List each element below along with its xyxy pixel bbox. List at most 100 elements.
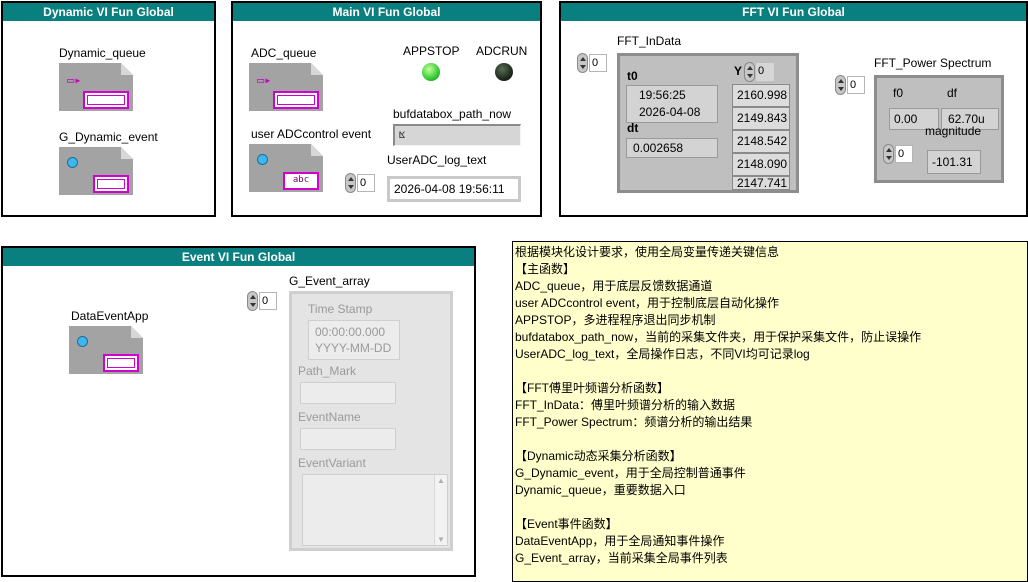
dynamic-vi-panel: Dynamic VI Fun Global Dynamic_queue ▭▸ G…: [1, 1, 216, 217]
spin-arrows-icon[interactable]: [345, 173, 356, 193]
data-event-app-refnum[interactable]: [69, 326, 143, 374]
event-icon: [257, 154, 268, 165]
fft-indata-cluster: t0 19:56:25 2026-04-08 dt 0.002658 Y 0 2…: [617, 53, 799, 193]
spin-arrows-icon[interactable]: [247, 291, 258, 311]
spin-arrows-icon[interactable]: [883, 144, 894, 164]
fold-corner-icon: [311, 144, 323, 156]
dynamic-queue-refnum[interactable]: ▭▸: [59, 63, 133, 111]
event-name-value[interactable]: [300, 428, 396, 450]
appstop-led[interactable]: [422, 63, 440, 81]
fft-indata-label: FFT_InData: [617, 34, 682, 48]
fft-indata-index[interactable]: 0: [577, 53, 607, 73]
dynamic-vi-title: Dynamic VI Fun Global: [3, 3, 214, 21]
notes-line: G_Event_array，当前采集全局事件列表: [515, 551, 728, 565]
dt-value[interactable]: 0.002658: [626, 138, 718, 158]
data-event-app-label: DataEventApp: [71, 309, 149, 323]
adc-queue-refnum[interactable]: ▭▸: [249, 63, 323, 111]
y-value-2[interactable]: 2148.542: [732, 130, 790, 153]
queue-icon: ▭▸: [67, 73, 82, 87]
fft-vi-title: FFT VI Fun Global: [561, 3, 1026, 21]
fft-power-cluster: f0 df 0.00 62.70u magnitude 0 -101.31: [874, 75, 1004, 183]
fft-power-label: FFT_Power Spectrum: [874, 56, 992, 70]
timestamp-label: Time Stamp: [308, 302, 373, 316]
queue-type-tag: [273, 91, 319, 109]
timestamp-value[interactable]: 00:00:00.000 YYYY-MM-DD: [308, 320, 400, 360]
fold-corner-icon: [121, 63, 133, 75]
dt-label: dt: [627, 121, 639, 135]
notes-line: DataEventApp，用于全局通知事件操作: [515, 534, 725, 548]
notes-line: user ADCcontrol event，用于控制底层自动化操作: [515, 296, 780, 310]
fft-power-index[interactable]: 0: [835, 75, 865, 95]
fold-corner-icon: [311, 63, 323, 75]
notes-line: 【Dynamic动态采集分析函数】: [515, 449, 682, 463]
scroll-down-icon[interactable]: ▼: [437, 535, 445, 544]
magnitude-index[interactable]: 0: [883, 144, 913, 164]
y-value-1[interactable]: 2149.843: [732, 107, 790, 130]
y-label: Y: [734, 64, 743, 78]
y-value-4[interactable]: 2147.741: [732, 176, 790, 190]
bufdatabox-label: bufdatabox_path_now: [393, 107, 512, 121]
magnitude-label: magnitude: [925, 124, 982, 138]
adcrun-led[interactable]: [495, 63, 513, 81]
scroll-up-icon[interactable]: ▲: [437, 476, 445, 485]
dynamic-queue-label: Dynamic_queue: [59, 46, 146, 60]
appstop-label: APPSTOP: [403, 44, 460, 58]
f0-label: f0: [893, 86, 904, 100]
y-value-0[interactable]: 2160.998: [732, 84, 790, 107]
notes-line: 【FFT傅里叶频谱分析函数】: [515, 381, 669, 395]
queue-type-tag: [83, 91, 129, 109]
t0-timestamp[interactable]: 19:56:25 2026-04-08: [626, 85, 718, 123]
g-event-array-cluster: Time Stamp 00:00:00.000 YYYY-MM-DD Path_…: [289, 291, 453, 551]
g-dynamic-event-refnum[interactable]: [59, 147, 133, 195]
event-icon: [67, 157, 78, 168]
useradc-log-value[interactable]: 2026-04-08 19:56:11: [387, 176, 521, 202]
path-icon: ⴿ: [399, 130, 406, 140]
notes-line: [515, 499, 1027, 516]
path-mark-label: Path_Mark: [298, 364, 357, 378]
notes-line: APPSTOP，多进程程序退出同步机制: [515, 313, 716, 327]
g-dynamic-event-label: G_Dynamic_event: [59, 130, 158, 144]
bufdatabox-path-indicator[interactable]: ⴿ: [393, 124, 521, 146]
notes-panel: 根据模块化设计要求，使用全局变量传递关键信息 【主函数】 ADC_queue，用于底…: [512, 241, 1028, 582]
notes-line: FFT_Power Spectrum：频谱分析的输出结果: [515, 415, 753, 429]
event-variant-label: EventVariant: [298, 456, 366, 470]
event-variant-value[interactable]: ▲ ▼: [302, 474, 448, 546]
notes-line: 根据模块化设计要求，使用全局变量传递关键信息: [515, 245, 780, 259]
main-vi-title: Main VI Fun Global: [233, 3, 540, 21]
y-value-3[interactable]: 2148.090: [732, 153, 790, 176]
notes-line: Dynamic_queue，重要数据入口: [515, 483, 686, 497]
notes-line: UserADC_log_text，全局操作日志，不同VI均可记录log: [515, 347, 810, 361]
notes-line: G_Dynamic_event，用于全局控制普通事件: [515, 466, 746, 480]
df-label: df: [947, 86, 958, 100]
path-mark-value[interactable]: [300, 382, 396, 404]
event-name-label: EventName: [298, 410, 361, 424]
notes-line: bufdatabox_path_now，当前的采集文件夹，用于保护采集文件，防止…: [515, 330, 922, 344]
adc-queue-label: ADC_queue: [251, 46, 317, 60]
spin-arrows-icon[interactable]: [835, 75, 846, 95]
event-icon: [77, 336, 88, 347]
user-adc-event-label: user ADCcontrol event: [251, 127, 372, 141]
event-variant-scrollbar[interactable]: ▲ ▼: [434, 475, 447, 545]
magnitude-value[interactable]: -101.31: [927, 150, 981, 174]
t0-label: t0: [627, 69, 638, 83]
useradc-log-index[interactable]: 0: [345, 173, 375, 193]
notes-line: FFT_InData：傅里叶频谱分析的输入数据: [515, 398, 736, 412]
fold-corner-icon: [131, 326, 143, 338]
event-vi-title: Event VI Fun Global: [3, 248, 474, 266]
fold-corner-icon: [121, 147, 133, 159]
g-event-array-index[interactable]: 0: [247, 291, 277, 311]
useradc-log-label: UserADC_log_text: [387, 153, 487, 167]
notes-line: ADC_queue，用于底层反馈数据通道: [515, 279, 713, 293]
spin-arrows-icon[interactable]: [744, 62, 755, 82]
event-vi-panel: Event VI Fun Global DataEventApp G_Event…: [1, 246, 476, 577]
g-event-array-label: G_Event_array: [289, 274, 370, 288]
string-type-tag: abc: [283, 172, 319, 190]
spin-arrows-icon[interactable]: [577, 53, 588, 73]
fft-vi-panel: FFT VI Fun Global FFT_InData 0 t0 19:56:…: [559, 1, 1028, 217]
notes-line: [515, 363, 1027, 380]
queue-icon: ▭▸: [257, 73, 272, 87]
y-index[interactable]: 0: [744, 62, 774, 82]
user-adc-event-refnum[interactable]: abc: [249, 144, 323, 192]
notes-line: 【Event事件函数】: [515, 517, 618, 531]
event-type-tag: [103, 354, 139, 372]
